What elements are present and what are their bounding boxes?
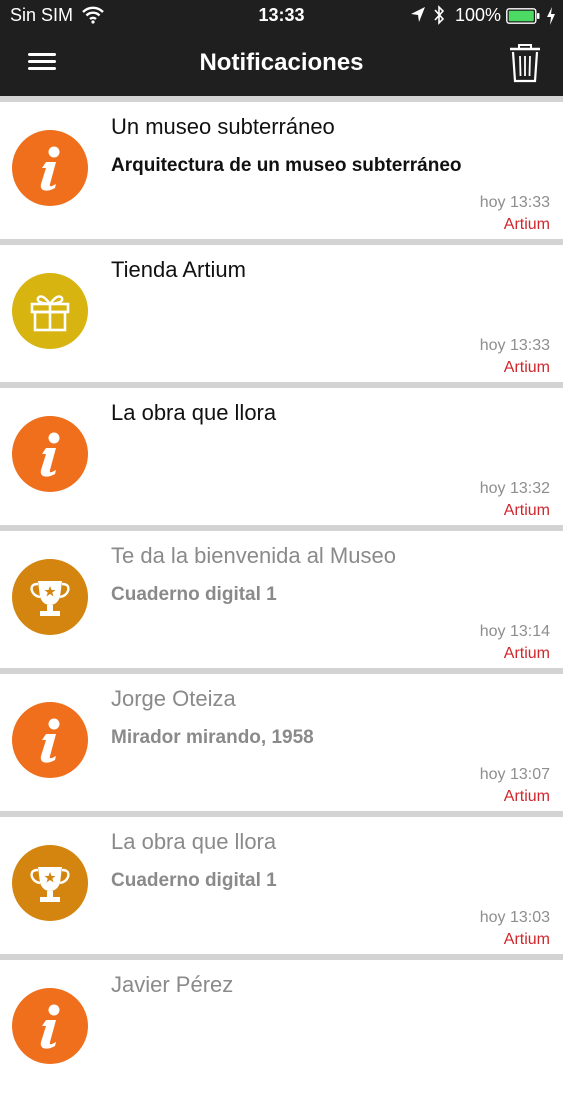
trophy-icon — [12, 559, 88, 635]
notification-source: Artium — [503, 502, 550, 519]
notification-time: hoy 13:33 — [479, 194, 550, 211]
notification-subtitle: Mirador mirando, 1958 — [111, 727, 314, 748]
notification-source: Artium — [503, 359, 550, 376]
notification-row[interactable]: La obra que llora hoy 13:32 Artium — [0, 382, 563, 525]
notification-title: Te da la bienvenida al Museo — [111, 543, 396, 568]
battery-icon — [506, 8, 540, 24]
notification-time: hoy 13:32 — [479, 480, 550, 497]
nav-bar: Notificaciones — [0, 32, 563, 96]
notification-row[interactable]: Javier Pérez — [0, 954, 563, 1097]
notification-title: La obra que llora — [111, 400, 277, 425]
notification-title: Jorge Oteiza — [111, 686, 236, 711]
notification-source: Artium — [503, 645, 550, 662]
bluetooth-icon — [434, 5, 445, 25]
trash-icon[interactable] — [506, 42, 544, 84]
battery-percent: 100% — [455, 5, 502, 25]
notification-subtitle: Cuaderno digital 1 — [111, 870, 277, 891]
notification-row[interactable]: Te da la bienvenida al Museo Cuaderno di… — [0, 525, 563, 668]
notification-row[interactable]: Un museo subterráneo Arquitectura de un … — [0, 96, 563, 239]
info-icon — [12, 130, 88, 206]
notification-source: Artium — [503, 788, 550, 805]
notification-time: hoy 13:07 — [479, 766, 550, 783]
status-bar: Sin SIM 13:33 100% — [0, 0, 563, 32]
page-title: Notificaciones — [199, 49, 364, 76]
notification-row[interactable]: La obra que llora Cuaderno digital 1 hoy… — [0, 811, 563, 954]
notification-list: Un museo subterráneo Arquitectura de un … — [0, 96, 563, 1097]
notification-title: La obra que llora — [111, 829, 277, 854]
info-icon — [12, 702, 88, 778]
notification-row[interactable]: Tienda Artium hoy 13:33 Artium — [0, 239, 563, 382]
notification-source: Artium — [503, 931, 550, 948]
charging-bolt-icon — [547, 7, 555, 25]
notification-title: Javier Pérez — [111, 972, 234, 997]
notification-time: hoy 13:03 — [479, 909, 550, 926]
info-icon — [12, 416, 88, 492]
trophy-icon — [12, 845, 88, 921]
gift-icon — [12, 273, 88, 349]
notification-source: Artium — [503, 216, 550, 233]
notification-row[interactable]: Jorge Oteiza Mirador mirando, 1958 hoy 1… — [0, 668, 563, 811]
notification-time: hoy 13:14 — [479, 623, 550, 640]
notification-subtitle: Cuaderno digital 1 — [111, 584, 277, 605]
notification-time: hoy 13:33 — [479, 337, 550, 354]
location-arrow-icon — [411, 7, 425, 22]
notification-title: Un museo subterráneo — [111, 114, 335, 139]
notification-subtitle: Arquitectura de un museo subterráneo — [111, 155, 462, 176]
notification-title: Tienda Artium — [111, 257, 246, 282]
info-icon — [12, 988, 88, 1064]
